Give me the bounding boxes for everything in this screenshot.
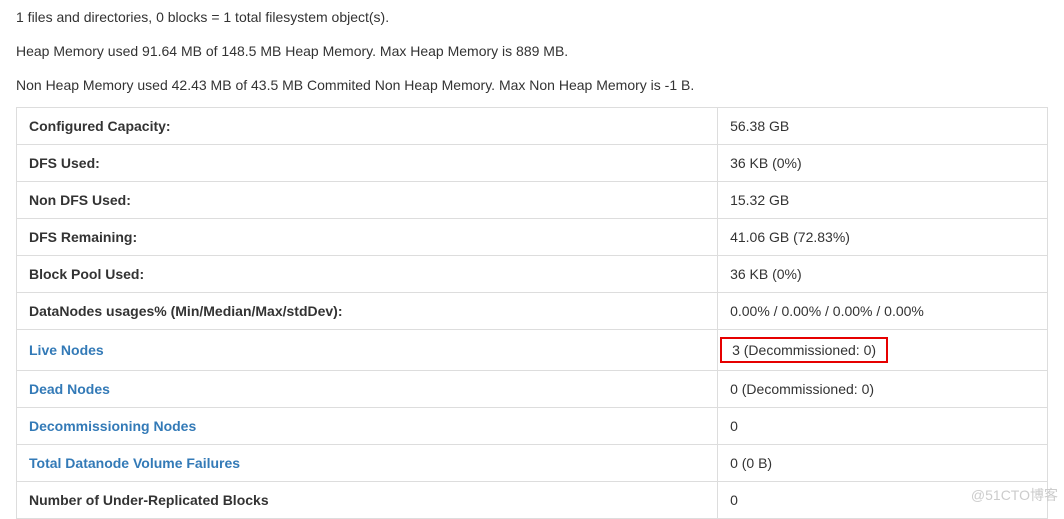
non-dfs-used-label: Non DFS Used: <box>17 182 718 219</box>
block-pool-used-label: Block Pool Used: <box>17 256 718 293</box>
table-row: Non DFS Used: 15.32 GB <box>17 182 1048 219</box>
dead-nodes-value: 0 (Decommissioned: 0) <box>718 371 1048 408</box>
block-pool-used-value: 36 KB (0%) <box>718 256 1048 293</box>
under-replicated-label: Number of Under-Replicated Blocks <box>17 482 718 519</box>
live-nodes-link[interactable]: Live Nodes <box>29 342 104 358</box>
table-row: Live Nodes 3 (Decommissioned: 0) <box>17 330 1048 371</box>
datanodes-usages-label: DataNodes usages% (Min/Median/Max/stdDev… <box>17 293 718 330</box>
non-dfs-used-value: 15.32 GB <box>718 182 1048 219</box>
dead-nodes-link[interactable]: Dead Nodes <box>29 381 110 397</box>
volume-failures-link[interactable]: Total Datanode Volume Failures <box>29 455 240 471</box>
decommissioning-nodes-value: 0 <box>718 408 1048 445</box>
configured-capacity-label: Configured Capacity: <box>17 108 718 145</box>
files-summary: 1 files and directories, 0 blocks = 1 to… <box>16 6 1048 30</box>
live-nodes-cell: Live Nodes <box>17 330 718 371</box>
table-row: Decommissioning Nodes 0 <box>17 408 1048 445</box>
dfs-used-value: 36 KB (0%) <box>718 145 1048 182</box>
dfs-remaining-label: DFS Remaining: <box>17 219 718 256</box>
live-nodes-highlight: 3 (Decommissioned: 0) <box>720 337 888 363</box>
table-row: DFS Remaining: 41.06 GB (72.83%) <box>17 219 1048 256</box>
table-row: Number of Under-Replicated Blocks 0 <box>17 482 1048 519</box>
dead-nodes-cell: Dead Nodes <box>17 371 718 408</box>
dfs-remaining-value: 41.06 GB (72.83%) <box>718 219 1048 256</box>
volume-failures-value: 0 (0 B) <box>718 445 1048 482</box>
table-row: Block Pool Used: 36 KB (0%) <box>17 256 1048 293</box>
table-row: DFS Used: 36 KB (0%) <box>17 145 1048 182</box>
volume-failures-cell: Total Datanode Volume Failures <box>17 445 718 482</box>
heap-memory-summary: Heap Memory used 91.64 MB of 148.5 MB He… <box>16 40 1048 64</box>
nonheap-memory-summary: Non Heap Memory used 42.43 MB of 43.5 MB… <box>16 74 1048 98</box>
decommissioning-nodes-cell: Decommissioning Nodes <box>17 408 718 445</box>
table-row: Dead Nodes 0 (Decommissioned: 0) <box>17 371 1048 408</box>
cluster-summary-table: Configured Capacity: 56.38 GB DFS Used: … <box>16 107 1048 519</box>
under-replicated-value: 0 <box>718 482 1048 519</box>
dfs-used-label: DFS Used: <box>17 145 718 182</box>
table-row: Configured Capacity: 56.38 GB <box>17 108 1048 145</box>
table-row: DataNodes usages% (Min/Median/Max/stdDev… <box>17 293 1048 330</box>
decommissioning-nodes-link[interactable]: Decommissioning Nodes <box>29 418 196 434</box>
table-row: Total Datanode Volume Failures 0 (0 B) <box>17 445 1048 482</box>
live-nodes-value-cell: 3 (Decommissioned: 0) <box>718 330 1048 371</box>
datanodes-usages-value: 0.00% / 0.00% / 0.00% / 0.00% <box>718 293 1048 330</box>
configured-capacity-value: 56.38 GB <box>718 108 1048 145</box>
